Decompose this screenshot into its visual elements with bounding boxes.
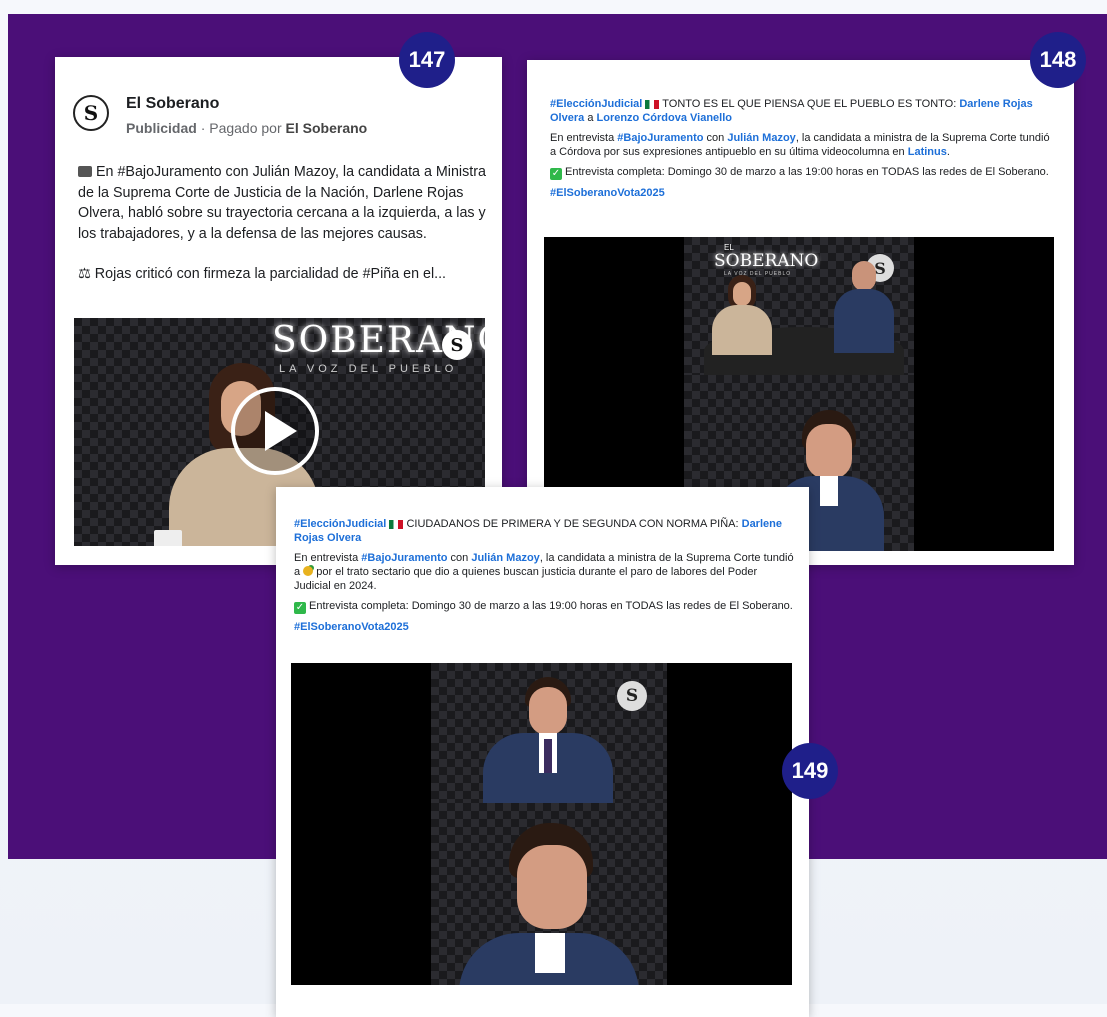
page-avatar[interactable]: S	[73, 95, 109, 131]
video-logo: S	[442, 330, 472, 360]
mention-link[interactable]: Julián Mazoy	[727, 132, 795, 144]
mexico-flag-icon	[645, 99, 660, 109]
interviewer-figure	[483, 677, 613, 803]
hashtag-link[interactable]: #BajoJuramento	[617, 132, 703, 144]
post-paragraph: ✓ Entrevista completa: Domingo 30 de marz…	[550, 165, 1055, 180]
mention-link[interactable]: Julián Mazoy	[471, 552, 539, 564]
connector-text: a	[587, 112, 594, 124]
video-bottom-frame	[431, 803, 667, 985]
paid-by-prefix: · Pagado por	[200, 120, 282, 136]
video-brand-text: SOBERANO	[714, 251, 819, 271]
check-icon: ✓	[294, 602, 306, 614]
post-text: #ElecciónJudicial TONTO ES EL QUE PIENSA…	[550, 97, 1055, 206]
post-body-paragraph-2: ⚖ Rojas criticó con firmeza la parcialid…	[78, 266, 447, 282]
text: con	[706, 132, 725, 144]
post-paragraph: En entrevista #BajoJuramento con Julián …	[294, 551, 794, 593]
interviewer-figure	[834, 261, 894, 353]
text: .	[946, 146, 950, 158]
page-name[interactable]: El Soberano	[126, 95, 219, 113]
sponsored-label: Publicidad	[126, 120, 197, 136]
tv-icon	[78, 166, 92, 177]
check-icon: ✓	[550, 168, 562, 180]
post-number-badge: 149	[782, 743, 838, 799]
sponsored-line: Publicidad · Pagado por El Soberano	[126, 120, 367, 136]
post-paragraph: En entrevista #BajoJuramento con Julián …	[550, 131, 1055, 159]
mention-link[interactable]: Latinus	[908, 146, 947, 158]
mexico-flag-icon	[389, 519, 404, 529]
post-number-badge: 147	[399, 32, 455, 88]
text: En entrevista	[294, 552, 359, 564]
mug	[154, 530, 182, 546]
text: Entrevista completa: Domingo 30 de marzo…	[309, 600, 793, 612]
paid-by-name[interactable]: El Soberano	[286, 120, 368, 136]
post-paragraph: ✓ Entrevista completa: Domingo 30 de marz…	[294, 599, 794, 614]
text: con	[450, 552, 469, 564]
video-player[interactable]: S	[291, 663, 792, 985]
play-icon	[265, 411, 297, 451]
video-top-frame: EL SOBERANO LA VOZ DEL PUEBLO S	[684, 237, 914, 375]
hashtag-link[interactable]: #ElecciónJudicial	[294, 518, 386, 530]
footer-hashtag[interactable]: #ElSoberanoVota2025	[294, 620, 794, 634]
post-body: En #BajoJuramento con Julián Mazoy, la c…	[78, 162, 486, 285]
text: En entrevista	[550, 132, 615, 144]
headline-text: TONTO ES EL QUE PIENSA QUE EL PUEBLO ES …	[662, 98, 957, 110]
play-button[interactable]	[231, 387, 319, 475]
pineapple-icon	[303, 566, 314, 576]
hashtag-link[interactable]: #ElecciónJudicial	[550, 98, 642, 110]
interviewee-figure	[712, 275, 772, 355]
text: por el trato sectario que dio a quienes …	[294, 566, 758, 592]
footer-hashtag[interactable]: #ElSoberanoVota2025	[550, 186, 1055, 200]
post-body-paragraph: En #BajoJuramento con Julián Mazoy, la c…	[78, 164, 486, 242]
post-headline: #ElecciónJudicial CIUDADANOS DE PRIMERA …	[294, 517, 794, 545]
twitter-post-card: #ElecciónJudicial CIUDADANOS DE PRIMERA …	[276, 487, 809, 1017]
video-logo: S	[617, 681, 647, 711]
interviewer-figure	[459, 823, 639, 985]
post-text: #ElecciónJudicial CIUDADANOS DE PRIMERA …	[294, 517, 794, 640]
post-number-badge: 148	[1030, 32, 1086, 88]
hashtag-link[interactable]: #BajoJuramento	[361, 552, 447, 564]
headline-text: CIUDADANOS DE PRIMERA Y DE SEGUNDA CON N…	[406, 518, 739, 530]
text: Entrevista completa: Domingo 30 de marzo…	[565, 166, 1049, 178]
post-headline: #ElecciónJudicial TONTO ES EL QUE PIENSA…	[550, 97, 1055, 125]
mention-link[interactable]: Lorenzo Córdova Vianello	[597, 112, 733, 124]
video-top-frame: S	[431, 663, 667, 803]
